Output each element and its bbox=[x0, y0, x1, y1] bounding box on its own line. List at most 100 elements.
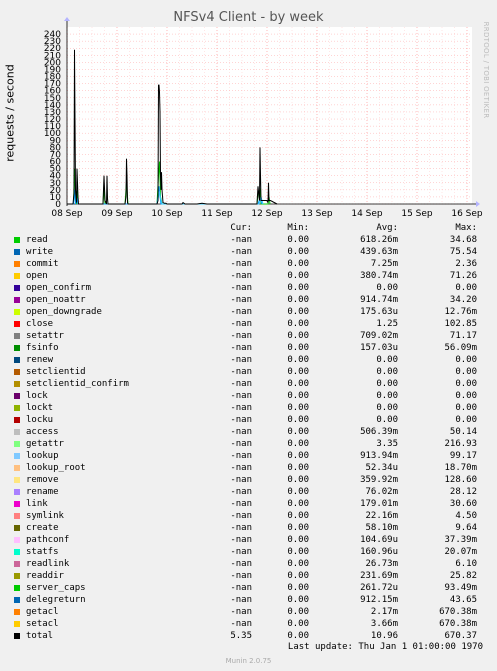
legend-min: 0.00 bbox=[287, 331, 309, 341]
legend-swatch bbox=[14, 237, 20, 243]
legend-row-setclientid: setclientid -nan 0.00 0.00 0.00 bbox=[0, 366, 497, 378]
legend-min: 0.00 bbox=[287, 367, 309, 377]
legend-max: 18.70m bbox=[444, 463, 477, 473]
legend-name: lock bbox=[26, 391, 48, 401]
legend-max: 128.60 bbox=[444, 475, 477, 485]
legend-min: 0.00 bbox=[287, 247, 309, 257]
legend-avg: 76.02m bbox=[365, 487, 398, 497]
legend-name: setattr bbox=[26, 331, 64, 341]
line-chart: 0102030405060708090100110120130140150160… bbox=[44, 17, 483, 219]
legend-row-open-downgrade: open_downgrade -nan 0.00 175.63u 12.76m bbox=[0, 306, 497, 318]
legend-avg: 914.74m bbox=[360, 295, 398, 305]
legend-min: 0.00 bbox=[287, 475, 309, 485]
y-axis-arrow-icon bbox=[64, 17, 70, 21]
legend-name: pathconf bbox=[26, 535, 70, 545]
x-tick-label: 13 Sep bbox=[301, 209, 333, 219]
legend-min: 0.00 bbox=[287, 631, 309, 641]
legend-avg: 52.34u bbox=[365, 463, 398, 473]
x-tick-label: 14 Sep bbox=[351, 209, 383, 219]
legend-swatch bbox=[14, 273, 20, 279]
legend-max: 216.93 bbox=[444, 439, 477, 449]
x-tick-label: 12 Sep bbox=[251, 209, 283, 219]
legend-max: 102.85 bbox=[444, 319, 477, 329]
legend-name: open_downgrade bbox=[26, 307, 102, 317]
legend-swatch bbox=[14, 621, 20, 627]
legend-min: 0.00 bbox=[287, 307, 309, 317]
legend-min: 0.00 bbox=[287, 451, 309, 461]
legend-min: 0.00 bbox=[287, 559, 309, 569]
legend-row-lock: lock -nan 0.00 0.00 0.00 bbox=[0, 390, 497, 402]
legend-row-fsinfo: fsinfo -nan 0.00 157.03u 56.09m bbox=[0, 342, 497, 354]
legend-avg: 0.00 bbox=[376, 355, 398, 365]
legend-max: 2.36 bbox=[455, 259, 477, 269]
legend-row-lookup-root: lookup_root -nan 0.00 52.34u 18.70m bbox=[0, 462, 497, 474]
legend-avg: 3.35 bbox=[376, 439, 398, 449]
legend-swatch bbox=[14, 261, 20, 267]
legend-max: 34.68 bbox=[449, 235, 477, 245]
legend-swatch bbox=[14, 321, 20, 327]
legend-row-access: access -nan 0.00 506.39m 50.14 bbox=[0, 426, 497, 438]
legend-name: close bbox=[26, 319, 54, 329]
legend-name: write bbox=[26, 247, 54, 257]
legend-max: 28.12 bbox=[449, 487, 477, 497]
legend-swatch bbox=[14, 249, 20, 255]
legend-min: 0.00 bbox=[287, 511, 309, 521]
legend-row-locku: locku -nan 0.00 0.00 0.00 bbox=[0, 414, 497, 426]
legend-min: 0.00 bbox=[287, 271, 309, 281]
legend-name: fsinfo bbox=[26, 343, 59, 353]
header-min: Min: bbox=[287, 223, 309, 233]
legend-min: 0.00 bbox=[287, 427, 309, 437]
legend-swatch bbox=[14, 285, 20, 291]
legend-avg: 7.25m bbox=[370, 259, 398, 269]
legend-name: getattr bbox=[26, 439, 64, 449]
legend-name: remove bbox=[26, 475, 59, 485]
legend-name: lookup bbox=[26, 451, 59, 461]
legend-max: 25.82 bbox=[449, 571, 477, 581]
legend-max: 0.00 bbox=[455, 391, 477, 401]
legend-name: locku bbox=[26, 415, 54, 425]
legend-row-lockt: lockt -nan 0.00 0.00 0.00 bbox=[0, 402, 497, 414]
legend-avg: 913.94m bbox=[360, 451, 398, 461]
legend-max: 56.09m bbox=[444, 343, 477, 353]
legend-avg: 175.63u bbox=[360, 307, 398, 317]
legend-row-remove: remove -nan 0.00 359.92m 128.60 bbox=[0, 474, 497, 486]
legend-name: getacl bbox=[26, 607, 59, 617]
legend-swatch bbox=[14, 477, 20, 483]
legend-swatch bbox=[14, 549, 20, 555]
legend-swatch bbox=[14, 501, 20, 507]
legend-max: 30.60 bbox=[449, 499, 477, 509]
legend-swatch bbox=[14, 465, 20, 471]
legend-name: rename bbox=[26, 487, 59, 497]
legend-avg: 0.00 bbox=[376, 403, 398, 413]
legend-min: 0.00 bbox=[287, 499, 309, 509]
legend-avg: 0.00 bbox=[376, 379, 398, 389]
legend-swatch bbox=[14, 489, 20, 495]
legend-swatch bbox=[14, 333, 20, 339]
legend-min: 0.00 bbox=[287, 619, 309, 629]
legend-swatch bbox=[14, 513, 20, 519]
legend-avg: 104.69u bbox=[360, 535, 398, 545]
legend-row-commit: commit -nan 0.00 7.25m 2.36 bbox=[0, 258, 497, 270]
legend-name: open bbox=[26, 271, 48, 281]
legend-avg: 3.66m bbox=[370, 619, 398, 629]
legend-min: 0.00 bbox=[287, 355, 309, 365]
legend-max: 670.38m bbox=[439, 607, 477, 617]
header-max: Max: bbox=[455, 223, 477, 233]
legend-name: server_caps bbox=[26, 583, 86, 593]
legend-avg: 380.74m bbox=[360, 271, 398, 281]
legend-avg: 231.69m bbox=[360, 571, 398, 581]
plot-background bbox=[67, 27, 472, 204]
legend-swatch bbox=[14, 405, 20, 411]
legend-swatch bbox=[14, 453, 20, 459]
legend-swatch bbox=[14, 429, 20, 435]
legend-avg: 709.02m bbox=[360, 331, 398, 341]
legend-max: 37.39m bbox=[444, 535, 477, 545]
legend-name: readlink bbox=[26, 559, 70, 569]
legend-row-statfs: statfs -nan 0.00 160.96u 20.07m bbox=[0, 546, 497, 558]
legend-avg: 439.63m bbox=[360, 247, 398, 257]
legend-name: symlink bbox=[26, 511, 64, 521]
legend-name: read bbox=[26, 235, 48, 245]
legend-row-delegreturn: delegreturn -nan 0.00 912.15m 43.65 bbox=[0, 594, 497, 606]
legend-swatch bbox=[14, 585, 20, 591]
legend-min: 0.00 bbox=[287, 295, 309, 305]
